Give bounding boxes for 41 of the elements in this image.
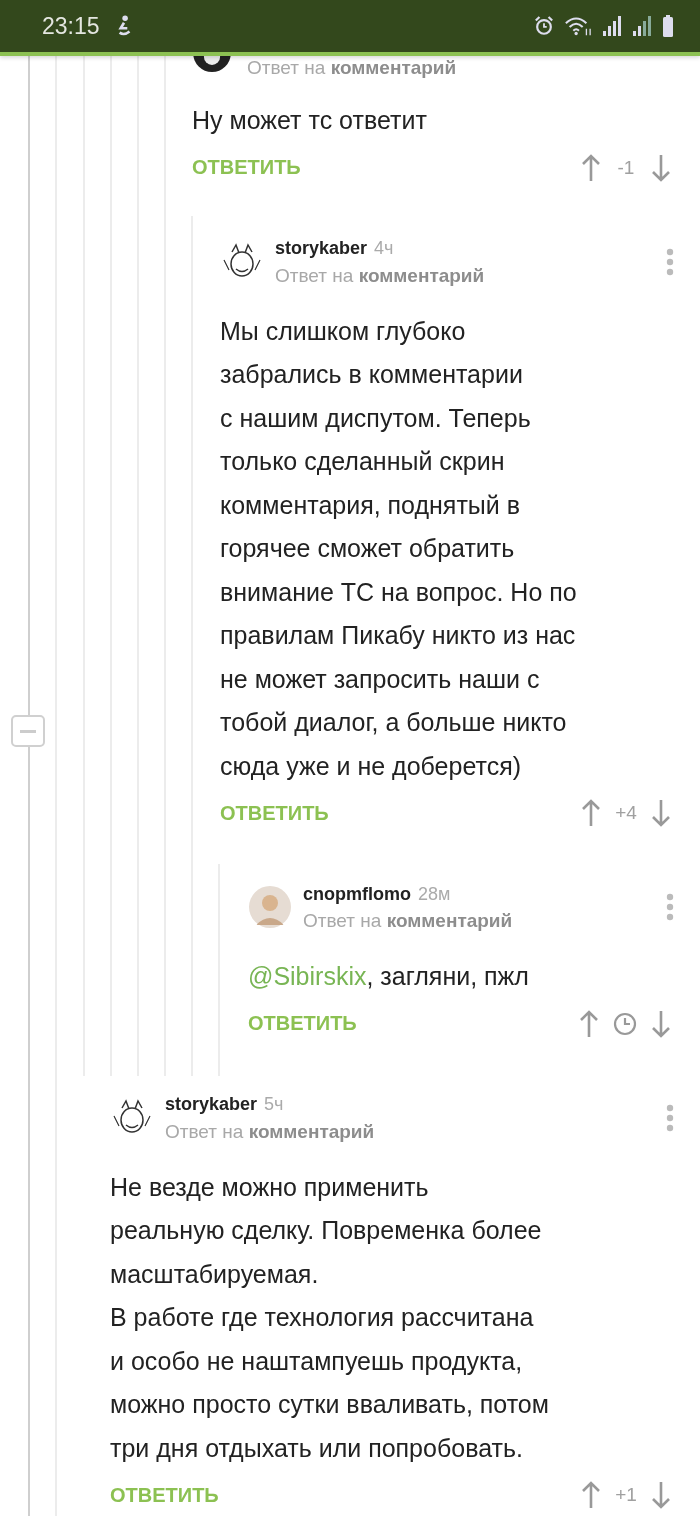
downvote-icon[interactable] (650, 152, 672, 183)
upvote-icon[interactable] (580, 152, 602, 183)
reply-to-label[interactable]: Ответ на комментарий (275, 262, 666, 289)
more-icon[interactable] (666, 893, 674, 921)
comment-age: 5ч (264, 1094, 284, 1115)
upvote-icon[interactable] (580, 1480, 602, 1510)
rating-count: +1 (614, 1484, 638, 1506)
more-icon[interactable] (666, 1103, 674, 1132)
comment-text: Ну может тс ответит (192, 105, 428, 136)
comment-text: @Sibirskix, загляни, пжл (248, 961, 530, 992)
collapse-button[interactable] (11, 715, 45, 747)
downvote-icon[interactable] (650, 1008, 672, 1039)
reply-to-label[interactable]: Ответ на комментарий (165, 1118, 666, 1145)
reply-button[interactable]: ОТВЕТИТЬ (192, 156, 301, 179)
upvote-icon[interactable] (578, 1008, 600, 1039)
user-mention-link[interactable]: @Sibirskix (248, 962, 367, 990)
comment-age: 28м (418, 883, 451, 905)
author-name[interactable]: storykaber (165, 1094, 258, 1115)
reply-to-label[interactable]: Ответ на комментарий (303, 908, 666, 934)
signal-icon (632, 15, 652, 37)
downvote-icon[interactable] (650, 798, 672, 828)
author-name[interactable]: storykaber (275, 238, 368, 259)
alarm-icon (534, 15, 554, 37)
comment-age: 4ч (374, 238, 394, 259)
upvote-icon[interactable] (580, 798, 602, 828)
reply-to-label[interactable]: Ответ на комментарий (247, 55, 672, 81)
clock-time: 23:15 (42, 12, 100, 40)
signal-icon (602, 15, 622, 37)
reply-button[interactable]: ОТВЕТИТЬ (110, 1483, 219, 1507)
more-icon[interactable] (666, 247, 674, 276)
downvote-icon[interactable] (650, 1480, 672, 1510)
author-name[interactable]: cnopmflomo (303, 883, 411, 905)
battery-icon (662, 15, 674, 37)
reply-button[interactable]: ОТВЕТИТЬ (220, 801, 329, 825)
avatar-icon[interactable] (192, 56, 232, 73)
rating-count: -1 (616, 156, 636, 179)
rating-count: +4 (614, 802, 638, 824)
comment-text: Мы слишком глубоко забрались в комментарии с нашим диспутом. Теперь только сделанный скрин комментария, поднятый в горячее сможет обратить внимание ТС на вопрос. Но по правилам Пикабу никто из нас не может запросить наши с тобой диалог, а больше никто сюда уже и не доберется) (220, 315, 578, 782)
reply-button[interactable]: ОТВЕТИТЬ (248, 1012, 357, 1035)
wifi-icon (564, 15, 592, 37)
comment-text: Не везде можно применить реальную сделку. Повременка более масштабируемая. В работе где технология рассчитана и особо не наштампуешь продукта, можно просто сутки вваливать, потом три дня отдыхать или попробовать. (110, 1171, 550, 1464)
